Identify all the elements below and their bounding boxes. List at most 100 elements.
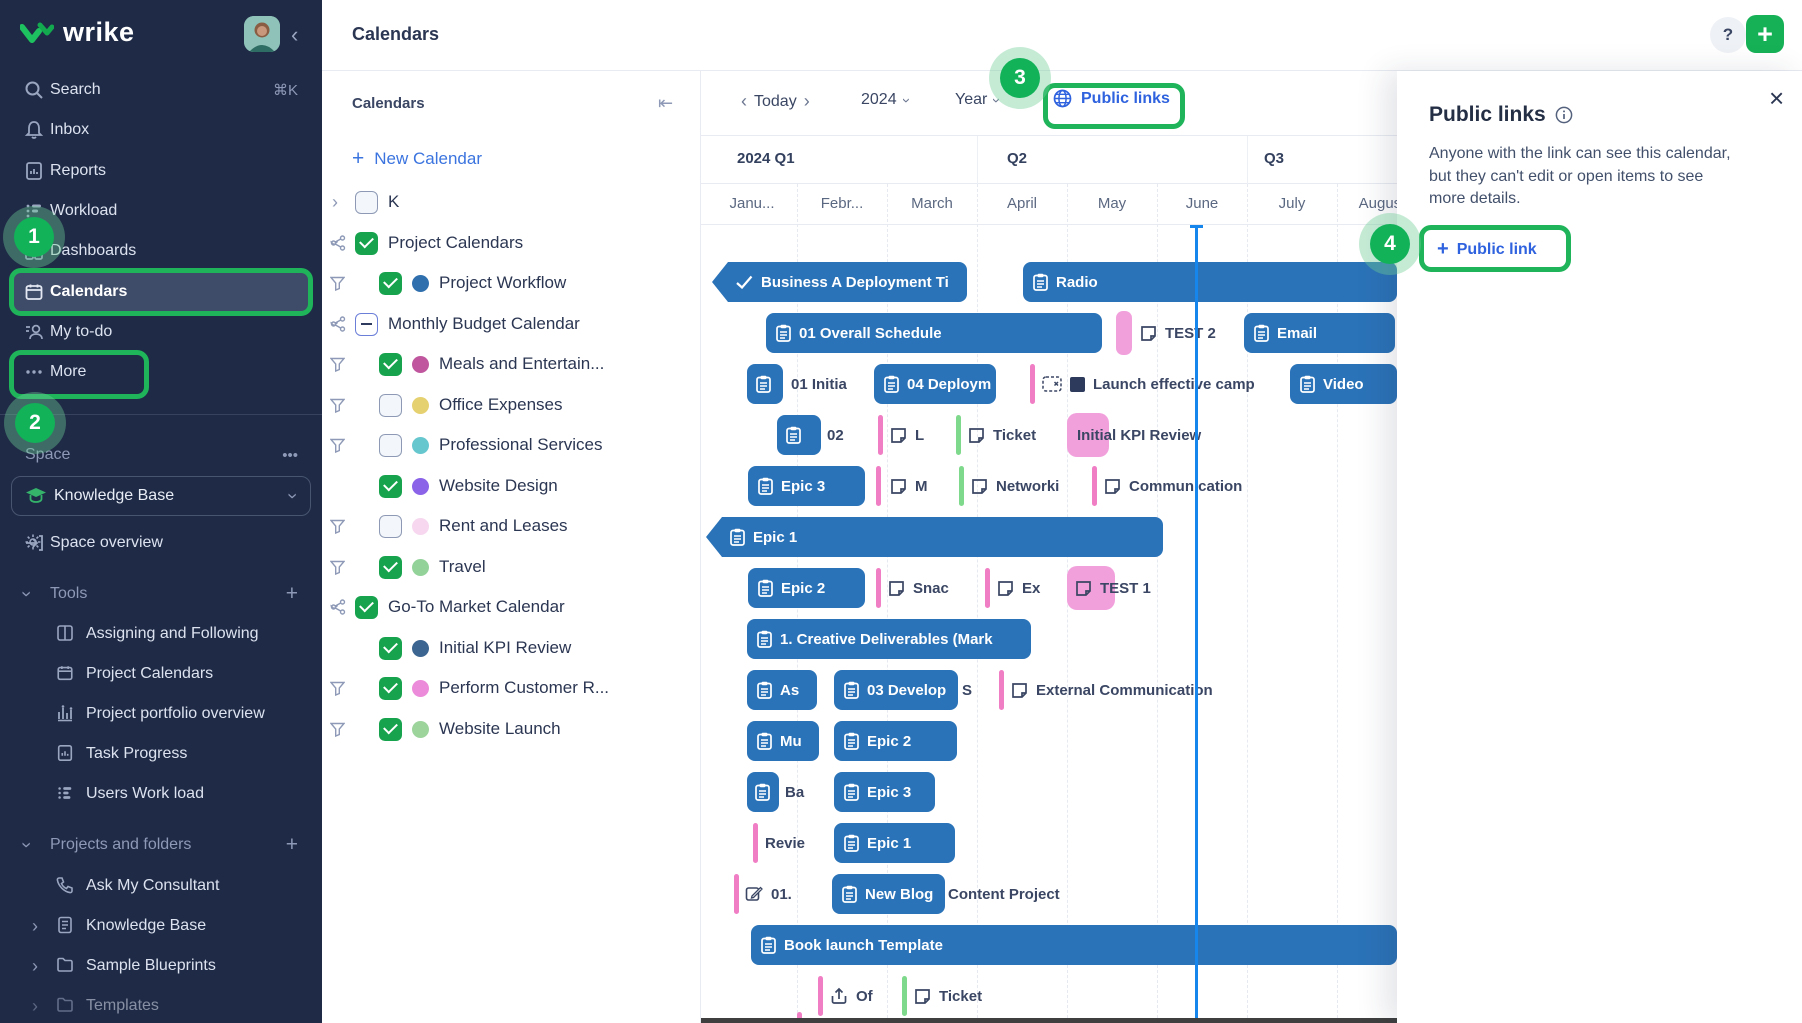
tools-section-header[interactable]: › Tools + [0, 574, 322, 614]
sidebar-item-project-calendars[interactable]: Project Calendars [0, 654, 322, 694]
tree-item[interactable]: › Project Calendars [322, 223, 701, 263]
sidebar-item-users-workload[interactable]: Users Work load [0, 774, 322, 814]
gantt-bar[interactable]: Epic 3 [834, 772, 935, 812]
gantt-tick[interactable] [959, 466, 964, 506]
filter-icon[interactable] [330, 357, 345, 372]
prev-icon[interactable]: ‹ [741, 91, 747, 112]
collapse-panel-icon[interactable]: ⇤ [658, 93, 673, 114]
filter-icon[interactable] [330, 560, 345, 575]
gantt-label[interactable]: 01. [745, 874, 792, 914]
gantt-label[interactable]: S [962, 670, 972, 710]
gantt-label[interactable]: Content Project [948, 874, 1060, 914]
gantt-tick[interactable] [753, 823, 758, 863]
gantt-tick[interactable] [956, 415, 961, 455]
gantt-bar[interactable] [747, 364, 783, 404]
gantt-label[interactable]: L [890, 415, 924, 455]
gantt-bar[interactable]: Epic 3 [748, 466, 865, 506]
checkbox-unchecked[interactable] [355, 191, 378, 214]
checkbox-checked[interactable] [379, 556, 402, 579]
sidebar-item-inbox[interactable]: Inbox [0, 110, 322, 150]
gantt-label[interactable]: Launch effective camp [1042, 364, 1255, 404]
sidebar-item-assigning[interactable]: Assigning and Following [0, 614, 322, 654]
gantt-tick[interactable] [985, 568, 990, 608]
gantt-tick[interactable] [902, 976, 907, 1016]
checkbox-unchecked[interactable] [379, 394, 402, 417]
gantt-label[interactable]: Networki [971, 466, 1059, 506]
checkbox-checked[interactable] [379, 475, 402, 498]
tree-item[interactable]: Website Design [322, 466, 701, 506]
gantt-tick[interactable] [876, 568, 881, 608]
sidebar-item-ask-consultant[interactable]: Ask My Consultant [0, 866, 322, 906]
gantt-label[interactable]: Revie [765, 823, 805, 863]
tree-item[interactable]: Project Workflow [322, 263, 701, 303]
year-select[interactable]: 2024 › [861, 91, 909, 109]
gantt-bar[interactable]: As [747, 670, 817, 710]
filter-icon[interactable] [330, 722, 345, 737]
checkbox-checked[interactable] [379, 677, 402, 700]
sidebar-item-my-todo[interactable]: My to-do [0, 312, 322, 352]
sidebar-item-sample-blueprints[interactable]: › Sample Blueprints [0, 946, 322, 986]
gantt-tick[interactable] [1030, 364, 1035, 404]
sidebar-collapse-icon[interactable]: ‹ [291, 22, 298, 48]
gantt-bar[interactable]: 01 Overall Schedule [766, 313, 1102, 353]
sidebar-item-task-progress[interactable]: Task Progress [0, 734, 322, 774]
avatar[interactable] [244, 16, 280, 52]
chevron-down-icon[interactable]: › [326, 604, 344, 610]
gantt-label[interactable]: Of [830, 976, 873, 1016]
filter-icon[interactable] [330, 681, 345, 696]
gear-icon[interactable] [24, 533, 44, 553]
gantt-bar[interactable]: Epic 2 [748, 568, 865, 608]
checkbox-checked[interactable] [379, 718, 402, 741]
today-button[interactable]: Today [754, 93, 797, 111]
gantt-tick[interactable] [878, 415, 883, 455]
gantt-bar[interactable]: Epic 2 [834, 721, 957, 761]
tree-item[interactable]: › Go-To Market Calendar [322, 587, 701, 627]
help-button[interactable]: ? [1710, 17, 1746, 53]
gantt-tick[interactable] [1092, 466, 1097, 506]
gantt-tick[interactable] [734, 874, 739, 914]
add-project-icon[interactable]: + [286, 833, 298, 857]
checkbox-checked[interactable] [379, 353, 402, 376]
checkbox-indeterminate[interactable] [355, 313, 378, 336]
gantt-bar[interactable]: Epic 1 [706, 517, 1163, 557]
checkbox-checked[interactable] [379, 272, 402, 295]
tree-item[interactable]: Meals and Entertain... [322, 344, 701, 384]
checkbox-unchecked[interactable] [379, 515, 402, 538]
gantt-label[interactable]: M [890, 466, 928, 506]
gantt-tick[interactable] [818, 976, 823, 1016]
gantt-label[interactable]: Initial KPI Review [1077, 415, 1201, 455]
gantt-bar[interactable]: New Blog [832, 874, 945, 914]
view-select[interactable]: Year › [955, 91, 999, 109]
gantt-bar[interactable]: Radio [1023, 262, 1397, 302]
gantt-bar[interactable]: Mu [747, 721, 819, 761]
info-icon[interactable] [1555, 106, 1573, 124]
gantt-bar[interactable]: 04 Deploym [874, 364, 996, 404]
gantt-bar[interactable]: Business A Deployment Ti [712, 262, 967, 302]
sidebar-item-templates[interactable]: › Templates [0, 986, 322, 1023]
projects-section-header[interactable]: › Projects and folders + [0, 825, 322, 865]
create-button[interactable]: + [1746, 15, 1784, 53]
gantt-label[interactable]: Ticket [914, 976, 982, 1016]
sidebar-item-portfolio[interactable]: Project portfolio overview [0, 694, 322, 734]
checkbox-checked[interactable] [355, 596, 378, 619]
gantt-pill[interactable] [1116, 311, 1132, 355]
gantt-bar[interactable]: Book launch Template [751, 925, 1397, 965]
checkbox-checked[interactable] [379, 637, 402, 660]
gantt-bar[interactable]: Epic 1 [834, 823, 955, 863]
tree-item[interactable]: Perform Customer R... [322, 668, 701, 708]
gantt-bar[interactable]: 03 Develop [834, 670, 958, 710]
checkbox-unchecked[interactable] [379, 434, 402, 457]
sidebar-item-reports[interactable]: Reports [0, 151, 322, 191]
next-icon[interactable]: › [804, 91, 810, 112]
sidebar-item-space-overview[interactable]: Space overview [0, 523, 322, 563]
chevron-down-icon[interactable]: › [326, 321, 344, 327]
gantt-label[interactable]: TEST 1 [1075, 568, 1151, 608]
new-calendar-button[interactable]: + New Calendar [352, 147, 482, 171]
filter-icon[interactable] [330, 398, 345, 413]
gantt-bar[interactable]: Email [1244, 313, 1395, 353]
gantt-label[interactable]: Snac [888, 568, 949, 608]
wrike-logo[interactable]: wrike [20, 17, 135, 48]
gantt-label[interactable]: Ba [785, 772, 804, 812]
gantt-label[interactable]: Communication [1104, 466, 1242, 506]
gantt-bar[interactable] [747, 772, 779, 812]
